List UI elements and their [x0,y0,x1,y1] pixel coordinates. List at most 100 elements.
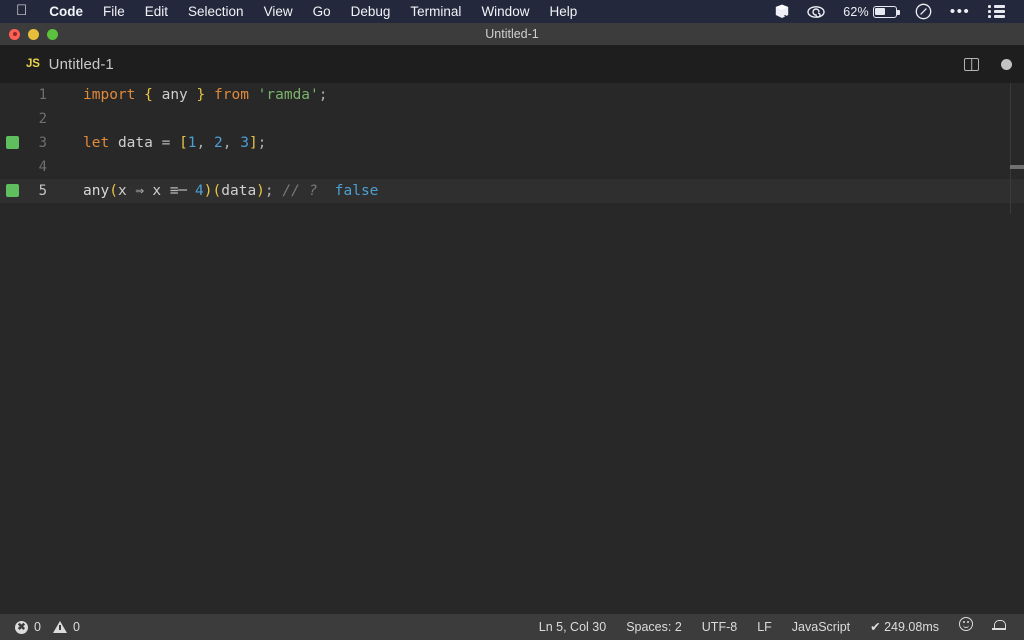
apple-logo-icon[interactable]:  [8,3,39,20]
code-line-5[interactable]: 5 any(x ⇒ x ≡─ 4)(data); // ? false [0,179,1024,203]
token: 'ramda' [257,87,319,103]
menu-help[interactable]: Help [539,0,587,23]
scrollbar-marker[interactable] [1010,165,1024,169]
code-line-4[interactable]: 4 [0,155,1024,179]
battery-indicator[interactable]: 62% [834,0,906,23]
menu-bar-status-area: 62% ••• [766,0,1024,23]
token: ) [203,183,213,199]
language-mode[interactable]: JavaScript [782,614,860,640]
token: false [334,183,379,199]
token: 2 [214,135,223,151]
code-text: any(x ⇒ x ≡─ 4)(data); // ? false [56,179,378,203]
indentation[interactable]: Spaces: 2 [616,614,692,640]
unsaved-dot-icon[interactable] [1001,58,1012,70]
window-title: Untitled-1 [485,27,539,41]
dropbox-cube-icon[interactable] [766,0,798,23]
token: { [144,87,153,103]
token: let [83,135,110,151]
tab-untitled-1[interactable]: JS Untitled-1 [0,45,132,83]
git-change-marker [6,136,19,149]
notifications-bell-icon[interactable] [983,614,1014,640]
warning-count: 0 [72,620,80,634]
token: ≡─ [169,183,187,199]
token: any [161,87,188,103]
token: ( [212,183,222,199]
editor-tab-bar: JS Untitled-1 [0,45,1024,83]
menu-selection[interactable]: Selection [178,0,254,23]
token: ] [248,135,258,151]
encoding[interactable]: UTF-8 [692,614,747,640]
token: x [117,183,127,199]
cursor-position[interactable]: Ln 5, Col 30 [529,614,616,640]
spiral-eye-icon[interactable] [798,0,834,23]
token: x [152,183,162,199]
token: from [214,87,249,103]
status-bar-left: ✖ 0 0 [0,620,86,634]
window-title-bar: Untitled-1 [0,23,1024,45]
token: } [196,87,206,103]
line-number: 2 [38,111,47,127]
split-editor-icon[interactable] [964,57,979,71]
token: ; [264,183,274,199]
token: , [222,135,241,151]
token: any [83,183,110,199]
warning-icon[interactable] [52,621,67,633]
status-bar-right: Ln 5, Col 30 Spaces: 2 UTF-8 LF JavaScri… [529,614,1014,640]
token: , [196,135,214,151]
menu-edit[interactable]: Edit [135,0,178,23]
menu-file[interactable]: File [93,0,135,23]
token: 3 [240,135,249,151]
token: data [221,183,257,199]
menu-debug[interactable]: Debug [341,0,401,23]
menu-code[interactable]: Code [39,0,93,23]
error-icon[interactable]: ✖ [15,620,28,634]
token: [ [179,135,188,151]
feedback-smiley-icon[interactable] [949,614,983,640]
siri-circle-icon[interactable] [906,0,941,23]
token: ; [318,87,328,103]
token: data [117,135,153,151]
control-center-list-icon[interactable] [979,0,1014,23]
token: // ? [282,183,318,199]
token: ( [109,183,118,199]
git-change-marker [6,184,19,197]
menu-go[interactable]: Go [303,0,341,23]
three-dots-icon[interactable]: ••• [941,0,980,23]
line-number: 4 [38,159,47,175]
macos-menu-bar:  Code File Edit Selection View Go Debug… [0,0,1024,23]
tab-bar-actions [964,45,1012,83]
battery-icon [872,5,900,18]
quokka-runtime[interactable]: ✔ 249.08ms [860,614,949,640]
error-count: 0 [34,620,41,634]
token: 1 [187,135,197,151]
javascript-file-icon: JS [26,58,40,70]
token: 4 [195,183,204,199]
token: import [83,87,136,103]
code-text: import { any } from 'ramda'; [56,83,328,107]
token: ; [257,135,267,151]
code-line-2[interactable]: 2 [0,107,1024,131]
code-text: let data = [1, 2, 3]; [56,131,266,155]
menu-view[interactable]: View [254,0,303,23]
code-line-1[interactable]: 1 import { any } from 'ramda'; [0,83,1024,107]
token: ) [256,183,265,199]
tab-label: Untitled-1 [48,55,114,73]
end-of-line[interactable]: LF [747,614,782,640]
battery-percent-label: 62% [843,4,869,19]
token: ⇒ [135,183,144,199]
line-number: 1 [38,87,47,103]
code-editor[interactable]: 1 import { any } from 'ramda'; 2 3 let data … [0,83,1024,614]
menu-window[interactable]: Window [471,0,539,23]
menu-terminal[interactable]: Terminal [400,0,471,23]
code-line-3[interactable]: 3 let data = [1, 2, 3]; [0,131,1024,155]
status-bar: ✖ 0 0 Ln 5, Col 30 Spaces: 2 UTF-8 LF Ja… [0,614,1024,640]
